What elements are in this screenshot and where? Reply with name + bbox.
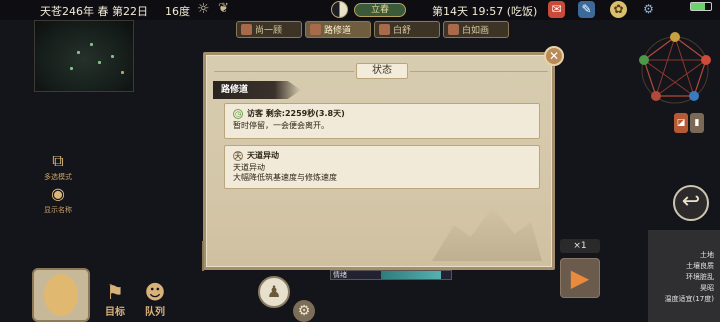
five-elements-diagram[interactable] — [630, 22, 720, 112]
mountain-decoration — [432, 207, 542, 261]
multi-select-icon: ⧉ — [52, 151, 64, 170]
divider — [214, 71, 354, 72]
pole-decoration — [202, 241, 216, 271]
metal-node-icon — [651, 91, 661, 101]
show-name-button[interactable]: ◉ 显示名称 — [40, 183, 76, 215]
show-name-icon: ◉ — [51, 184, 65, 203]
flower-icon[interactable]: ✿ — [610, 1, 627, 18]
target-button[interactable]: ⚑ 目标 — [98, 281, 132, 318]
fire-node-icon — [701, 55, 711, 65]
wood-node-icon — [639, 55, 649, 65]
clock-icon: ◷ — [233, 108, 243, 119]
minimap[interactable] — [34, 20, 134, 92]
side-quick-buttons: ◪ ▮ — [674, 113, 708, 135]
tab-character-3[interactable]: 白如画 — [443, 21, 509, 38]
tab-character-1[interactable]: 路修道 — [305, 21, 371, 38]
mood-bar: 情绪 — [330, 270, 452, 280]
inventory-button[interactable] — [32, 268, 90, 322]
sun-icon: ☼ — [197, 1, 210, 17]
status-dialog: 状态 ✕ 路修道 ◷ 访客 剩余:2259秒(3.8天) 暂时停留，一会便会离开… — [202, 46, 564, 271]
tab-character-0[interactable]: 尚一顾 — [236, 21, 302, 38]
back-button[interactable]: ↩ — [673, 185, 709, 221]
team-button[interactable]: ☻ 队列 — [138, 281, 172, 318]
dialog-title: 状态 — [356, 63, 408, 79]
taiji-icon[interactable] — [331, 1, 348, 18]
target-icon: ⚑ — [106, 280, 124, 304]
divider — [410, 71, 548, 72]
card-body: 暂时停留，一会便会离开。 — [233, 121, 329, 130]
multi-select-button[interactable]: ⧉ 多选模式 — [40, 150, 76, 182]
play-button[interactable]: ▶ — [560, 258, 600, 298]
season-badge: 立春 — [354, 3, 406, 17]
team-icon: ☻ — [144, 280, 166, 304]
weather-icon: ❦ — [218, 1, 229, 16]
card-body-line: 天道异动 — [233, 163, 265, 172]
status-card-heaven[interactable]: 天 天道异动 天道异动 大幅降低筑基速度与修炼速度 — [224, 145, 540, 189]
battery-icon — [690, 2, 712, 11]
character-name-banner: 路修道 — [213, 81, 301, 99]
earth-node-icon — [670, 32, 680, 42]
avatar — [310, 24, 321, 35]
mail-icon[interactable]: ✉ — [548, 1, 565, 18]
panel-icon[interactable]: ▮ — [690, 113, 704, 133]
feather-icon[interactable]: ✎ — [578, 1, 595, 18]
avatar — [448, 24, 459, 35]
speed-indicator[interactable]: ×1 — [560, 239, 600, 253]
day-time: 第14天 19:57 (吃饭) — [432, 5, 538, 18]
card-heading: 访客 剩余:2259秒(3.8天) — [247, 109, 345, 118]
status-bar: 天苍246年 春 第22日 16度 ☼ ❦ 立春 第14天 19:57 (吃饭)… — [0, 0, 720, 20]
character-portrait-button[interactable]: ♟ — [258, 276, 290, 308]
card-heading: 天道异动 — [247, 151, 279, 160]
avatar — [241, 24, 252, 35]
character-tabs: 尚一顾 路修道 白舒 白如画 — [236, 21, 509, 38]
water-node-icon — [689, 91, 699, 101]
tab-character-2[interactable]: 白舒 — [374, 21, 440, 38]
environment-panel: 土地 土壤良质 环境脏乱 昊昭 温度适宜(17度) — [648, 230, 720, 322]
gear-icon[interactable]: ⚙ — [640, 1, 657, 18]
gourd-icon — [44, 274, 78, 316]
status-card-visitor[interactable]: ◷ 访客 剩余:2259秒(3.8天) 暂时停留，一会便会离开。 — [224, 103, 540, 139]
card-body-line: 大幅降低筑基速度与修炼速度 — [233, 173, 337, 182]
sky-icon: 天 — [233, 150, 243, 161]
temperature: 16度 — [165, 5, 190, 18]
avatar — [379, 24, 390, 35]
settings-gear-icon[interactable]: ⚙ — [293, 300, 315, 322]
close-button[interactable]: ✕ — [544, 46, 564, 66]
game-date: 天苍246年 春 第22日 — [40, 5, 148, 18]
speech-icon[interactable]: ◪ — [674, 113, 688, 133]
